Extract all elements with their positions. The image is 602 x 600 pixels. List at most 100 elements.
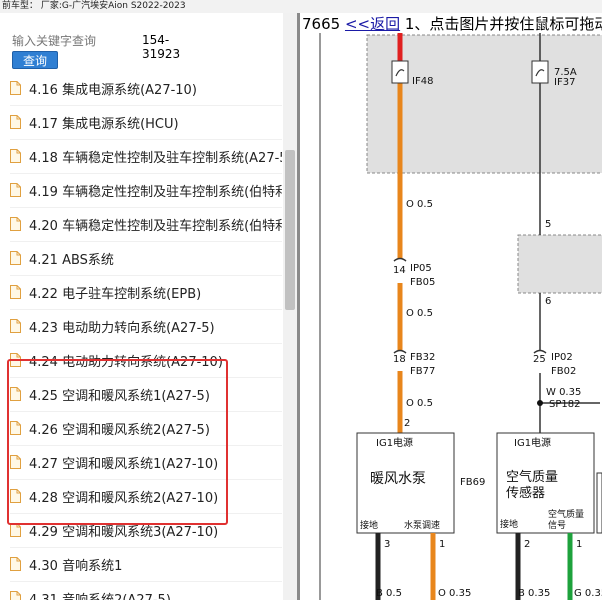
instruction-text: 1、点击图片并按住鼠标可拖动 — [404, 15, 602, 33]
document-icon — [10, 319, 21, 333]
document-icon — [10, 455, 21, 469]
tree-item-label: 4.28 空调和暖风系统2(A27-10) — [29, 490, 219, 506]
search-input[interactable] — [12, 33, 102, 49]
splice-dot — [537, 400, 543, 406]
tree-item[interactable]: 4.21 ABS系统 — [10, 241, 282, 276]
diagram-viewer[interactable]: IF48 7.5A IF37 O 0.5 5 6 14 IP05 FB05 O … — [300, 13, 602, 600]
vehicle-info-bar: 前车型： 厂家:G-广汽埃安Aion S2022-2023 — [0, 0, 602, 14]
tree-item-label: 4.21 ABS系统 — [29, 252, 114, 268]
fuse-label-right: IF37 — [554, 77, 575, 88]
conn-fb77: FB77 — [410, 366, 435, 377]
document-icon — [10, 251, 21, 265]
tree-item[interactable]: 4.27 空调和暖风系统1(A27-10) — [10, 445, 282, 480]
wire-label-b035: B 0.35 — [518, 588, 550, 599]
pump-speed-label: 水泵调速 — [404, 519, 440, 531]
sensor-signal-1: 空气质量 — [548, 508, 584, 520]
scrollbar-thumb[interactable] — [285, 150, 295, 310]
document-icon — [10, 421, 21, 435]
tree-item-label: 4.22 电子驻车控制系统(EPB) — [29, 286, 202, 302]
pump-ground-label: 接地 — [360, 519, 378, 531]
document-icon — [10, 217, 21, 231]
page-code-line1: 154- — [142, 33, 170, 47]
document-icon — [10, 81, 21, 95]
wire-label-b05: B 0.5 — [376, 588, 402, 599]
fuse-symbol-right — [531, 60, 549, 84]
pin-2-pump: 2 — [404, 418, 410, 429]
tree-item[interactable]: 4.28 空调和暖风系统2(A27-10) — [10, 479, 282, 514]
tree-item-label: 4.25 空调和暖风系统1(A27-5) — [29, 388, 210, 404]
pin-3: 3 — [384, 539, 390, 550]
tree-item-label: 4.27 空调和暖风系统1(A27-10) — [29, 456, 219, 472]
conn-fb05: FB05 — [410, 277, 435, 288]
pump-power-label: IG1电源 — [376, 436, 413, 449]
pin-2-sensor: 2 — [524, 539, 530, 550]
tree-item-label: 4.18 车辆稳定性控制及驻车控制系统(A27-5) — [29, 150, 282, 166]
wire-label-w035: W 0.35 — [546, 387, 581, 398]
sensor-name-1: 空气质量 — [506, 469, 558, 485]
fuse-label-left: IF48 — [412, 76, 433, 87]
pump-name: 暖风水泵 — [370, 471, 426, 487]
document-icon — [10, 285, 21, 299]
document-icon — [10, 523, 21, 537]
document-icon — [10, 149, 21, 163]
document-icon — [10, 387, 21, 401]
pin-1-pump: 1 — [439, 539, 445, 550]
wire-label-g035: G 0.35 — [574, 588, 602, 599]
tree-item[interactable]: 4.19 车辆稳定性控制及驻车控制系统(伯特利) — [10, 173, 282, 208]
tree-item[interactable]: 4.20 车辆稳定性控制及驻车控制系统(伯特利) — [10, 207, 282, 242]
document-icon — [10, 183, 21, 197]
tree-item[interactable]: 4.18 车辆稳定性控制及驻车控制系统(A27-5) — [10, 139, 282, 174]
tree-item[interactable]: 4.16 集成电源系统(A27-10) — [10, 71, 282, 106]
splice-sp182: SP182 — [549, 399, 580, 410]
wire-label-o05-2: O 0.5 — [406, 308, 433, 319]
tree-item-label: 4.30 音响系统1 — [29, 558, 123, 574]
tree-item[interactable]: 4.17 集成电源系统(HCU) — [10, 105, 282, 140]
page-code: 154- 31923 — [142, 33, 202, 61]
conn-ip02: IP02 — [551, 352, 573, 363]
tree-item[interactable]: 4.25 空调和暖风系统1(A27-5) — [10, 377, 282, 412]
left-panel: 查询 154- 31923 4.16 集成电源系统(A27-10) 4.17 集成… — [0, 13, 297, 600]
fuse-symbol-left — [391, 60, 409, 84]
conn-fb32: FB32 — [410, 352, 435, 363]
document-icon — [10, 115, 21, 129]
tree-item-label: 4.19 车辆稳定性控制及驻车控制系统(伯特利) — [29, 184, 282, 200]
viewer-header: 7665 <<返回 1、点击图片并按住鼠标可拖动 — [302, 14, 602, 34]
wire-label-o05-1: O 0.5 — [406, 199, 433, 210]
tree-item-label: 4.20 车辆稳定性控制及驻车控制系统(伯特利) — [29, 218, 282, 234]
tree-item-label: 4.31 音响系统2(A27-5) — [29, 592, 171, 600]
sensor-signal-2: 信号 — [548, 519, 566, 531]
conn-ip05: IP05 — [410, 263, 432, 274]
vehicle-info-text: 前车型： 厂家:G-广汽埃安Aion S2022-2023 — [2, 1, 186, 11]
wiring-diagram[interactable]: IF48 7.5A IF37 O 0.5 5 6 14 IP05 FB05 O … — [300, 13, 602, 600]
connector-mark-1 — [393, 257, 407, 262]
tree-item[interactable]: 4.30 音响系统1 — [10, 547, 282, 582]
conn-fb02: FB02 — [551, 366, 576, 377]
tree-item-label: 4.16 集成电源系统(A27-10) — [29, 82, 197, 98]
tree-item[interactable]: 4.22 电子驻车控制系统(EPB) — [10, 275, 282, 310]
connector-mark-3 — [533, 349, 547, 354]
search-button[interactable]: 查询 — [12, 51, 58, 69]
tree-item-label: 4.17 集成电源系统(HCU) — [29, 116, 179, 132]
sensor-name-2: 传感器 — [506, 485, 545, 501]
pin-5: 5 — [545, 219, 551, 230]
pin-1-sensor: 1 — [576, 539, 582, 550]
tree-item-label: 4.26 空调和暖风系统2(A27-5) — [29, 422, 210, 438]
back-link[interactable]: <<返回 — [345, 15, 400, 33]
pin-25: 25 — [533, 354, 546, 365]
tree-item[interactable]: 4.23 电动助力转向系统(A27-5) — [10, 309, 282, 344]
page-code-line2: 31923 — [142, 47, 181, 61]
document-icon — [10, 557, 21, 571]
tree-item[interactable]: 4.26 空调和暖风系统2(A27-5) — [10, 411, 282, 446]
wire-label-o035: O 0.35 — [438, 588, 471, 599]
tree-item[interactable]: 4.29 空调和暖风系统3(A27-10) — [10, 513, 282, 548]
pin-18: 18 — [393, 354, 406, 365]
tree-item-label: 4.24 电动助力转向系统(A27-10) — [29, 354, 223, 370]
chapter-tree: 4.16 集成电源系统(A27-10) 4.17 集成电源系统(HCU) 4.18 … — [0, 71, 282, 600]
partial-box — [596, 472, 602, 534]
document-icon — [10, 591, 21, 600]
module-area — [517, 234, 602, 294]
tree-item[interactable]: 4.24 电动助力转向系统(A27-10) — [10, 343, 282, 378]
tree-item[interactable]: 4.31 音响系统2(A27-5) — [10, 581, 282, 600]
connector-mark-2 — [393, 349, 407, 354]
sensor-ground-label: 接地 — [500, 518, 518, 530]
